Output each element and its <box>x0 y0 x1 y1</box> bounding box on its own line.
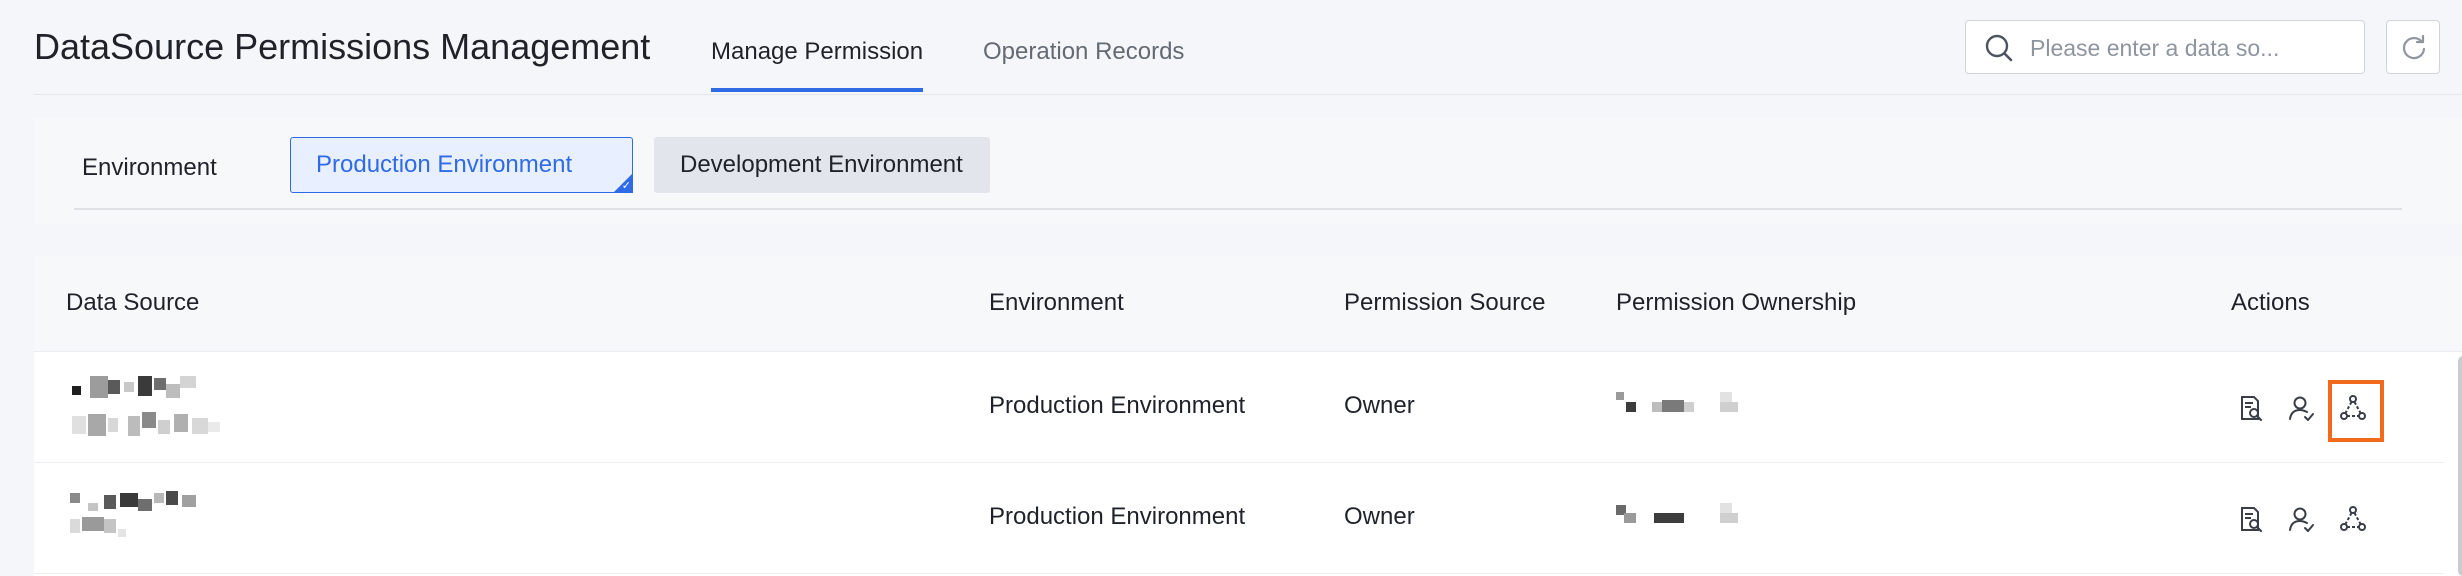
environment-filter: Environment Production Environment ✓ Dev… <box>34 118 2462 224</box>
header-divider <box>34 94 2462 95</box>
refresh-icon <box>2402 34 2426 60</box>
user-permission-icon[interactable] <box>2286 504 2316 534</box>
tab-operation-records[interactable]: Operation Records <box>983 38 1184 66</box>
active-tab-indicator <box>711 88 923 92</box>
env-option-label: Development Environment <box>680 151 963 178</box>
permissions-table: Data Source Environment Permission Sourc… <box>34 256 2462 576</box>
share-icon[interactable] <box>2338 504 2368 534</box>
search-input[interactable] <box>2028 29 2352 67</box>
column-header-data-source: Data Source <box>66 289 200 316</box>
search-box[interactable] <box>1965 20 2365 74</box>
permission-source-cell: Owner <box>1344 392 1415 419</box>
page-header: DataSource Permissions Management Manage… <box>0 0 2462 96</box>
environment-filter-label: Environment <box>82 154 217 181</box>
permission-source-cell: Owner <box>1344 503 1415 530</box>
column-header-permission-source: Permission Source <box>1344 289 1546 316</box>
table-row: Production Environment Owner <box>34 352 2444 463</box>
scrollbar-thumb[interactable] <box>2458 356 2462 576</box>
data-source-name-redacted <box>68 489 268 549</box>
user-permission-icon[interactable] <box>2286 393 2316 423</box>
env-option-development[interactable]: Development Environment <box>654 137 990 193</box>
search-icon <box>1985 34 2013 62</box>
filter-divider <box>74 208 2402 210</box>
refresh-button[interactable] <box>2386 20 2440 74</box>
view-details-icon[interactable] <box>2234 504 2264 534</box>
environment-cell: Production Environment <box>989 392 1246 419</box>
permission-ownership-redacted <box>1616 388 1756 424</box>
check-icon: ✓ <box>621 180 631 192</box>
column-header-environment: Environment <box>989 289 1124 316</box>
table-header: Data Source Environment Permission Sourc… <box>34 256 2462 352</box>
permission-ownership-redacted <box>1616 499 1756 535</box>
column-header-permission-ownership: Permission Ownership <box>1616 289 1857 316</box>
tab-manage-permission[interactable]: Manage Permission <box>711 38 923 66</box>
selected-corner-mark: ✓ <box>613 173 633 193</box>
view-details-icon[interactable] <box>2234 393 2264 423</box>
env-option-production[interactable]: Production Environment ✓ <box>290 137 633 193</box>
highlighted-action-box <box>2328 380 2384 442</box>
env-option-label: Production Environment <box>316 151 573 178</box>
table-row: Production Environment Owner <box>34 463 2444 574</box>
page-title: DataSource Permissions Management <box>34 26 651 67</box>
environment-cell: Production Environment <box>989 503 1246 530</box>
data-source-name-redacted <box>68 374 298 444</box>
column-header-actions: Actions <box>2231 289 2310 316</box>
